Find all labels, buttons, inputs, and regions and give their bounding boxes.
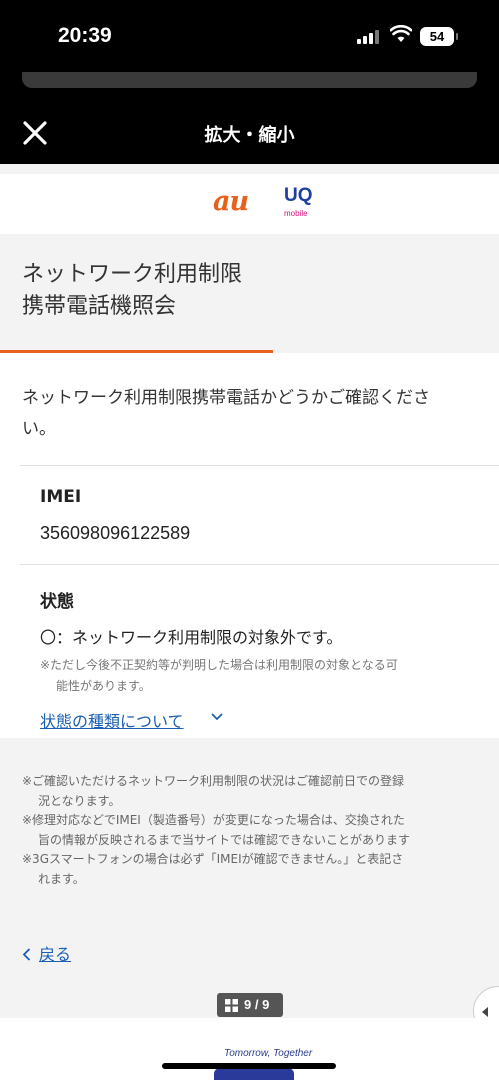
imei-label: IMEI [40,487,82,507]
note-line: ※ご確認いただけるネットワーク利用制限の状況はご確認前日での登録 [22,774,405,788]
note-line: 況となります。 [38,793,121,808]
address-pill [22,72,477,88]
back-link-label: 戻る [39,945,72,964]
uq-mobile-label: mobile [284,209,308,218]
page-indicator[interactable]: 9 / 9 [217,993,283,1017]
signal-icon [357,30,379,44]
note-line: ※修理対応などでIMEI（製造番号）が変更になった場合は、交換された [22,813,405,828]
page-title-line2: 携帯電話機照会 [22,294,177,319]
imei-value: 356098096122589 [40,523,191,543]
status-note: ※ただし今後不正契約等が判明した場合は利用制限の対象となる可 能性があります。 [40,658,398,693]
page-title-line1: ネットワーク利用制限 [22,262,243,287]
status-types-link[interactable]: 状態の種類について [40,708,184,732]
status-bar: 20:39 54 [0,0,499,72]
chevron-left-icon [22,948,31,961]
wifi-icon [390,25,412,42]
viewer-top-bar: 拡大・縮小 [0,72,499,164]
note-line: ※3Gスマートフォンの場合は必ず「IMEIが確認できません。」と表記さ [22,852,404,867]
viewer-title: 拡大・縮小 [204,125,295,146]
uq-logo: UQ [284,185,313,206]
intro-text: ネットワーク利用制限携帯電話かどうかご確認くださ い。 [22,388,430,439]
result-panel: ネットワーク利用制限携帯電話かどうかご確認くださ い。 IMEI 3560980… [0,353,499,738]
battery-indicator: 54 [420,27,458,46]
divider [20,564,499,565]
status-time: 20:39 [58,24,112,47]
chevron-left-icon [482,1007,488,1017]
chevron-down-icon[interactable] [211,713,223,721]
brand-logo-band: au UQ mobile [0,174,499,234]
page-title: ネットワーク利用制限 携帯電話機照会 [22,259,242,323]
divider [20,465,499,466]
note-line: れます。 [38,871,85,886]
footer: Tomorrow, Together [0,1018,499,1080]
au-logo: au [213,186,249,217]
back-link[interactable]: 戻る [22,941,71,965]
home-indicator [162,1063,336,1069]
grid-icon [225,999,238,1012]
kddi-logo [214,1068,294,1080]
notes-section: ※ご確認いただけるネットワーク利用制限の状況はご確認前日での登録 況となります。… [22,772,499,890]
page-indicator-label: 9 / 9 [244,997,270,1012]
footer-slogan: Tomorrow, Together [224,1048,313,1059]
status-value: 〇：ネットワーク利用制限の対象外です。 [40,628,343,647]
status-label: 状態 [40,592,74,612]
note-line: 旨の情報が反映されるまで当サイトでは確認できないことがあります [38,832,411,847]
